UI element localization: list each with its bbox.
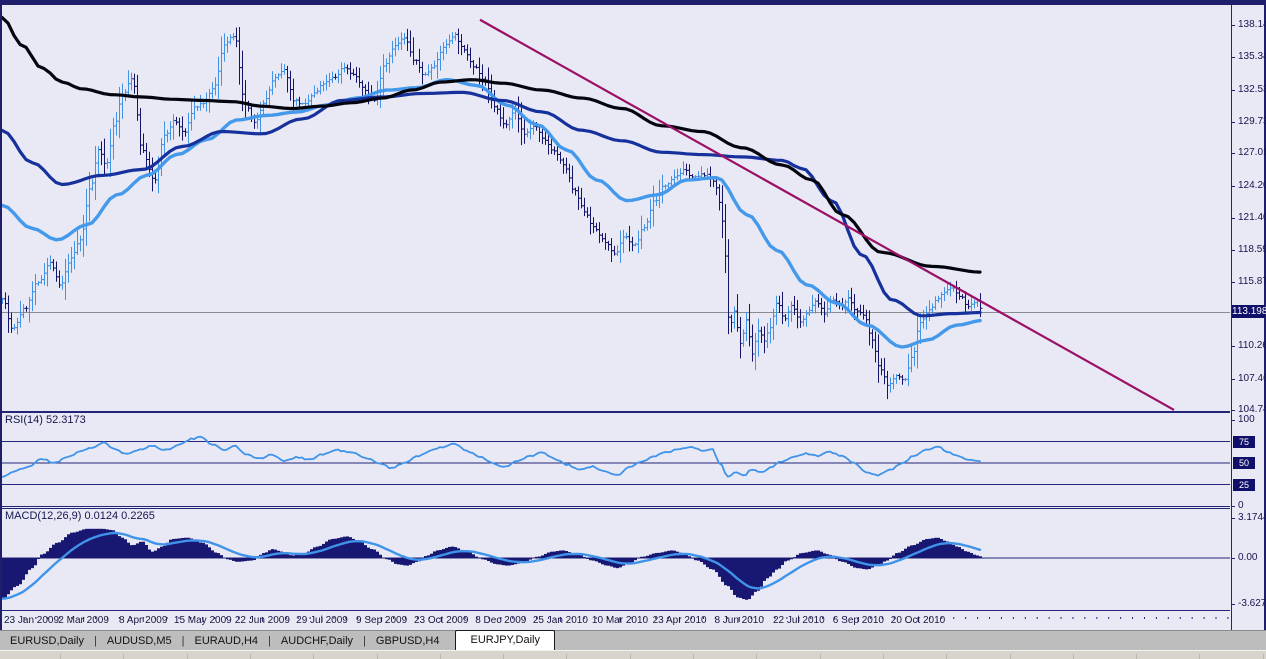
status-bar-divider xyxy=(693,654,694,659)
macd-canvas xyxy=(2,528,1230,600)
status-bar-divider xyxy=(186,654,188,659)
time-axis: 23 Jan 2009 2 Mar 2009 8 Apr 2009 15 May 20… xyxy=(2,610,1230,630)
price-axis-label: 132.535 xyxy=(1238,83,1266,95)
axis-tick xyxy=(1232,378,1235,380)
macd-scale-label: -3.6279 xyxy=(1238,598,1266,610)
time-axis-label: 29 Jul 2009 xyxy=(296,615,348,626)
tab-eurusd-daily[interactable]: EURUSD,Daily xyxy=(0,632,94,651)
axis-tick xyxy=(1232,506,1235,507)
tab-euraud-h4[interactable]: EURAUD,H4 xyxy=(184,632,268,651)
axis-tick xyxy=(1232,250,1235,252)
axis-tick xyxy=(1232,185,1235,187)
price-axis[interactable]: 138.145 135.340 132.535 129.730 127.010 124.2… xyxy=(1231,5,1266,630)
price-chart-canvas xyxy=(2,15,1230,411)
status-bar-divider xyxy=(123,654,125,659)
macd-scale-label: 0.00 xyxy=(1238,552,1258,563)
axis-tick xyxy=(1232,517,1235,519)
price-axis-label: 135.340 xyxy=(1238,51,1266,63)
time-axis-label: 2 Mar 2009 xyxy=(58,615,109,626)
time-axis-label: 8 Dec 2009 xyxy=(475,615,527,626)
status-bar-divider xyxy=(1009,654,1011,659)
rsi-scale-label: 100 xyxy=(1238,414,1255,425)
axis-tick xyxy=(1232,217,1235,219)
axis-tick xyxy=(1232,409,1235,411)
price-axis-label: 127.010 xyxy=(1238,147,1266,159)
time-axis-label: 23 Jan 2009 xyxy=(4,615,60,626)
status-bar-divider xyxy=(1199,654,1201,659)
axis-tick xyxy=(1232,89,1235,91)
status-bar-divider xyxy=(566,654,568,659)
rsi-level-badge: 75 xyxy=(1233,435,1255,448)
time-axis-label: 8 Apr 2009 xyxy=(119,615,168,626)
price-axis-label: 138.145 xyxy=(1238,18,1266,30)
status-bar-divider xyxy=(1262,654,1264,659)
status-bar-divider xyxy=(882,654,884,659)
rsi-scale-label: 0 xyxy=(1238,500,1244,511)
rsi-level-badge: 25 xyxy=(1233,478,1255,491)
axis-tick xyxy=(1232,346,1235,348)
time-axis-label: 23 Apr 2010 xyxy=(652,615,707,626)
axis-tick xyxy=(1232,281,1235,283)
price-axis-label: 124.205 xyxy=(1238,179,1266,191)
price-axis-label: 118.595 xyxy=(1238,244,1266,256)
time-axis-label: 22 Jun 2009 xyxy=(234,615,290,626)
rsi-canvas xyxy=(2,435,1230,485)
price-axis-label: 110.265 xyxy=(1238,340,1266,352)
status-bar-divider xyxy=(249,654,251,659)
axis-tick xyxy=(1232,24,1235,26)
axis-tick xyxy=(1232,420,1235,421)
status-bar-divider xyxy=(629,654,631,659)
price-axis-label: 129.730 xyxy=(1238,115,1266,127)
status-bar-divider xyxy=(313,654,315,659)
time-axis-label: 10 Mar 2010 xyxy=(591,615,649,626)
axis-tick xyxy=(1232,604,1235,606)
price-axis-label: 107.460 xyxy=(1238,372,1266,384)
status-bar-divider xyxy=(439,654,441,659)
time-axis-label: 8 Jun 2010 xyxy=(714,615,764,626)
time-axis-label: 15 May 2009 xyxy=(173,615,232,626)
price-axis-label: 121.400 xyxy=(1238,211,1266,223)
time-axis-label: 9 Sep 2009 xyxy=(356,615,408,626)
axis-tick xyxy=(1232,558,1235,559)
trading-terminal-window: RSI(14) 52.3173 MACD(12,26,9) 0.0124 0.2… xyxy=(0,0,1266,659)
tab-audchf-daily[interactable]: AUDCHF,Daily xyxy=(271,632,363,651)
macd-indicator-panel[interactable]: MACD(12,26,9) 0.0124 0.2265 xyxy=(2,508,1230,611)
status-bar-divider xyxy=(1136,654,1138,659)
axis-tick xyxy=(1232,153,1235,155)
status-bar-divider xyxy=(756,654,758,659)
axis-tick xyxy=(1232,121,1235,123)
current-price-badge: 113.198 xyxy=(1232,305,1266,319)
time-axis-label: 6 Sep 2010 xyxy=(832,615,884,626)
tab-gbpusd-h4[interactable]: GBPUSD,H4 xyxy=(366,632,450,651)
macd-scale-label: 3.1744 xyxy=(1238,511,1266,523)
price-axis-label: 115.875 xyxy=(1238,275,1266,287)
time-axis-label: 25 Jan 2010 xyxy=(532,615,588,626)
axis-tick xyxy=(1232,57,1235,59)
chart-tab-bar: EURUSD,Daily | AUDUSD,M5 | EURAUD,H4 | AUDCHF,… xyxy=(0,630,1266,651)
status-bar-divider xyxy=(376,654,378,659)
time-axis-label: 22 Jul 2010 xyxy=(772,615,825,626)
rsi-indicator-panel[interactable]: RSI(14) 52.3173 xyxy=(2,412,1230,507)
status-bar-divider xyxy=(946,654,948,659)
rsi-level-badge: 50 xyxy=(1233,457,1255,469)
status-bar-divider xyxy=(819,654,821,659)
tab-audusd-m5[interactable]: AUDUSD,M5 xyxy=(97,632,182,651)
status-bar-divider xyxy=(1072,654,1074,659)
status-bar-divider xyxy=(503,654,505,659)
price-chart-panel[interactable] xyxy=(2,5,1230,412)
tab-eurjpy-daily[interactable]: EURJPY,Daily xyxy=(455,630,555,651)
time-axis-label: 23 Oct 2009 xyxy=(413,615,469,626)
time-axis-label: 20 Oct 2010 xyxy=(890,615,946,626)
status-bar-divider xyxy=(60,654,61,659)
